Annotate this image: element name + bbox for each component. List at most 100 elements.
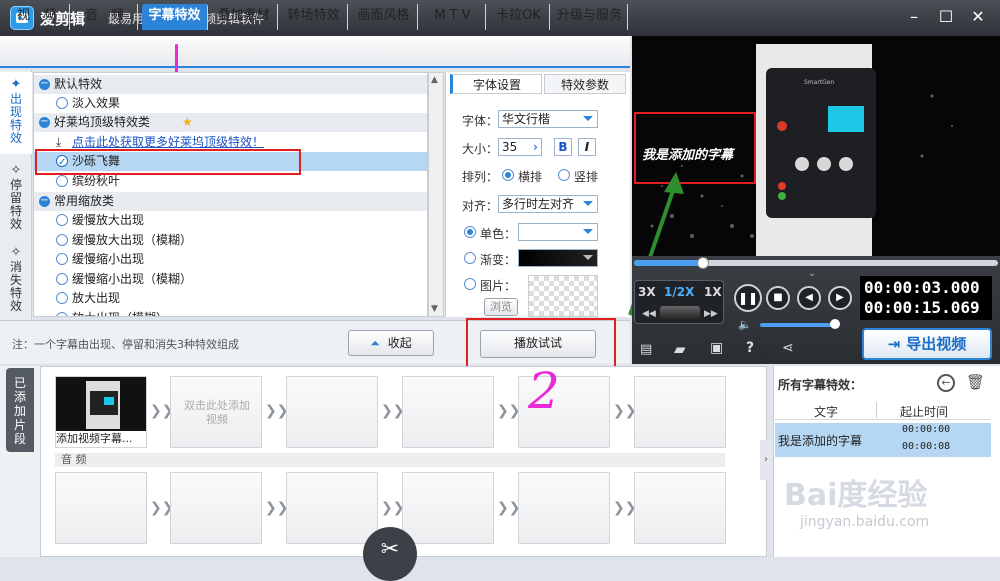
collapse-icon[interactable]: − [39,117,50,128]
audio-slot[interactable] [402,472,494,544]
col-text-header: 文字 [814,405,839,419]
tab-upgrade[interactable]: 升级与服务 [552,4,628,30]
font-settings-panel: 字体设置 特效参数 字体： 华文行楷 大小： 35 › B I 排列： 横排 竖排… [445,72,630,317]
export-video-button[interactable]: ⇥ 导出视频 [862,328,992,360]
new-project-icon[interactable]: ▤ [640,342,652,357]
annotation-highlight [35,149,301,175]
chevron-down-icon [583,255,593,260]
tab-video[interactable]: 视 频 [4,4,70,30]
tab-font-settings[interactable]: 字体设置 [450,74,542,94]
side-tab-disappear[interactable]: ✧ 消失特效 [0,240,32,322]
help-icon[interactable]: ? [746,340,754,356]
audio-slot[interactable] [634,472,726,544]
speed-3x[interactable]: 3X [638,285,656,299]
chevron-down-icon [583,229,593,234]
trash-icon[interactable]: 🗑 [966,373,985,391]
panel-expander[interactable]: › [760,440,772,480]
radio-icon [56,234,68,246]
bold-button[interactable]: B [554,138,572,156]
close-icon[interactable]: ✕ [966,6,990,28]
audio-slot[interactable] [55,472,147,544]
pause-icon[interactable]: ❚❚ [734,284,762,312]
volume-slider[interactable] [760,323,836,327]
align-select[interactable]: 多行时左对齐 [498,195,598,213]
share-icon[interactable]: ⋖ [782,340,794,356]
added-clips-tab[interactable]: 已添加片段 [6,368,34,452]
prev-frame-icon[interactable]: ◀ [797,286,821,310]
empty-clip-slot[interactable]: 双击此处添加视频 [170,376,262,448]
solid-color-radio[interactable] [464,226,476,238]
tab-effect-params[interactable]: 特效参数 [544,74,626,94]
category-default[interactable]: − 默认特效 [34,75,427,94]
effects-scrollbar[interactable]: ▲ ▼ [428,72,444,317]
effect-item[interactable]: 缓慢缩小出现 [34,250,427,269]
audio-slot[interactable] [286,472,378,544]
total-time: 00:00:15.069 [864,298,980,317]
open-folder-icon[interactable]: ▰ [674,340,686,358]
volume-handle[interactable] [830,319,840,329]
tab-karaoke[interactable]: 卡拉OK [488,4,550,30]
empty-clip-slot[interactable] [286,376,378,448]
volume-icon[interactable]: 🔈 [738,318,752,331]
collapse-button[interactable]: ⏶ 收起 [348,330,434,356]
size-input[interactable]: 35 › [498,138,542,156]
jog-wheel[interactable] [660,306,700,320]
scissors-icon[interactable]: ✂ [363,527,417,581]
star-icon: ✧ [10,163,22,178]
tab-audio[interactable]: 音 频 [72,4,138,30]
tab-transition[interactable]: 转场特效 [280,4,348,30]
tab-overlay[interactable]: 叠加素材 [210,4,278,30]
speed-1x[interactable]: 1X [704,285,722,299]
empty-clip-slot[interactable] [634,376,726,448]
gradient-radio[interactable] [464,252,476,264]
collapse-icon[interactable]: − [39,196,50,207]
image-preview [528,275,598,317]
effect-item[interactable]: 放大出现 [34,289,427,308]
timeline-scrubber[interactable] [634,260,998,266]
radio-icon [56,97,68,109]
solid-color-select[interactable] [518,223,598,241]
scroll-down-icon[interactable]: ▼ [431,304,438,314]
back-icon[interactable]: ← [937,374,955,392]
audio-track-label: 音 频 [55,453,725,467]
chevron-down-icon[interactable]: ⌄ [808,268,816,279]
rewind-icon[interactable]: ◀◀ [642,309,656,319]
side-tab-stay[interactable]: ✧ 停留特效 [0,158,32,240]
clip-thumbnail[interactable]: 添加视频字幕... [55,376,147,448]
stop-icon[interactable]: ■ [766,286,790,310]
category-zoom[interactable]: − 常用缩放类 [34,192,427,211]
horizontal-radio[interactable] [502,169,514,181]
star-icon: ★ [182,115,193,129]
watermark-logo: Bai度经验 [784,478,928,513]
maximize-icon[interactable]: ☐ [934,6,958,28]
tab-mtv[interactable]: M T V [420,4,486,30]
tab-style[interactable]: 画面风格 [350,4,418,30]
browse-button[interactable]: 浏览 [484,298,518,316]
effect-item[interactable]: 缓慢放大出现 [34,211,427,230]
image-radio[interactable] [464,278,476,290]
save-icon[interactable]: ▣ [710,340,723,356]
effect-item[interactable]: 淡入效果 [34,94,427,113]
effect-item[interactable]: 缓慢缩小出现（模糊） [34,270,427,289]
tab-subtitle-effects[interactable]: 字幕特效 [142,4,208,30]
forward-icon[interactable]: ▶▶ [704,309,718,319]
italic-button[interactable]: I [578,138,596,156]
minimize-icon[interactable]: – [902,6,926,28]
category-hollywood[interactable]: − 好莱坞顶级特效类 ★ [34,113,427,132]
arrow-right-icon: ❯❯ [381,500,405,516]
speed-half[interactable]: 1/2X [664,285,694,299]
radio-icon [56,312,68,316]
audio-slot[interactable] [170,472,262,544]
font-select[interactable]: 华文行楷 [498,110,598,128]
vertical-radio[interactable] [558,169,570,181]
audio-slot[interactable] [518,472,610,544]
scroll-up-icon[interactable]: ▲ [431,75,438,85]
side-tab-appear[interactable]: ✦ 出现特效 [0,72,32,154]
effect-item[interactable]: 放大出现（模糊） [34,309,427,316]
effect-item[interactable]: 缓慢放大出现（模糊） [34,231,427,250]
next-frame-icon[interactable]: ▶ [828,286,852,310]
empty-clip-slot[interactable] [402,376,494,448]
chevron-right-icon[interactable]: › [533,139,538,155]
gradient-select[interactable] [518,249,598,267]
collapse-icon[interactable]: − [39,79,50,90]
